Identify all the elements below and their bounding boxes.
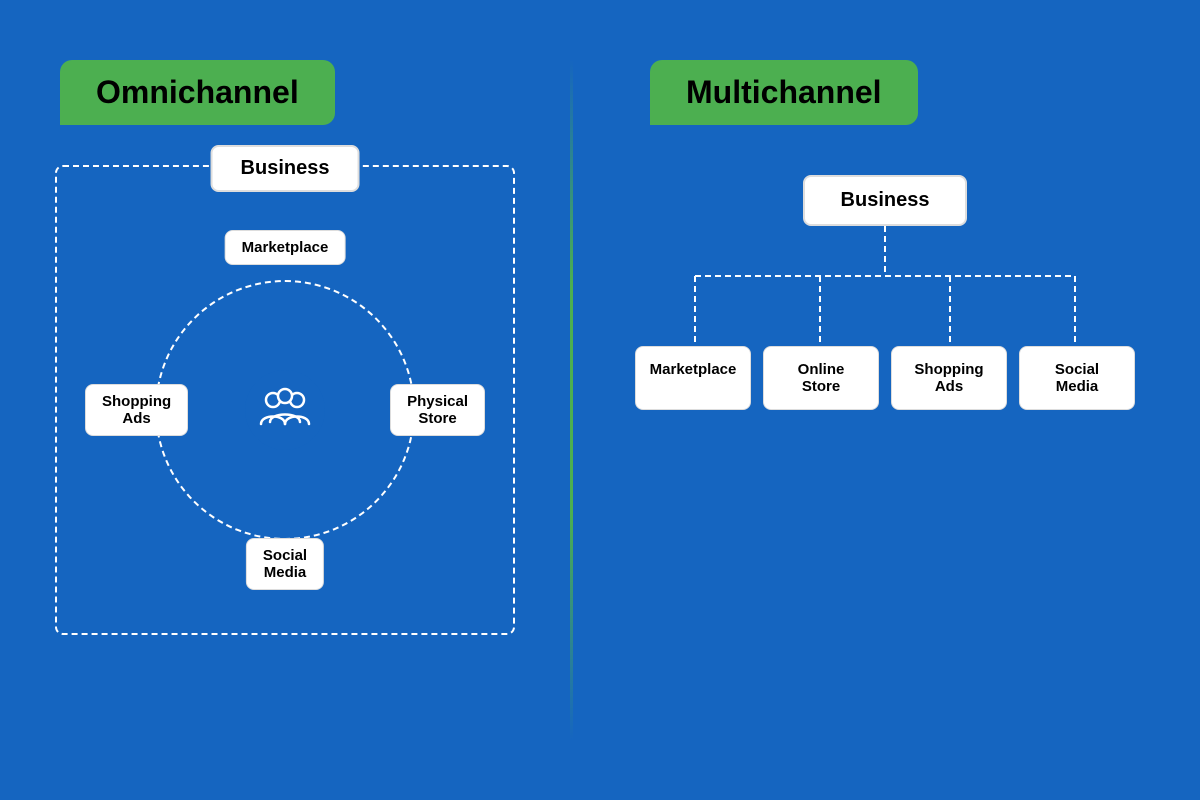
- omnichannel-physical-store-box: PhysicalStore: [390, 384, 485, 436]
- omnichannel-circle-area: Marketplace ShoppingAds PhysicalStore So…: [115, 240, 455, 580]
- multichannel-channels: Marketplace OnlineStore ShoppingAds Soci…: [635, 346, 1135, 410]
- multichannel-marketplace-box: Marketplace: [635, 346, 751, 410]
- center-people-icon: [245, 370, 325, 450]
- omnichannel-dashed-box: Business: [55, 165, 515, 635]
- multichannel-business-box: Business: [803, 175, 968, 226]
- multichannel-business-row: Business: [635, 175, 1135, 226]
- multichannel-shopping-ads-box: ShoppingAds: [891, 346, 1007, 410]
- omnichannel-panel: Omnichannel Business: [0, 0, 570, 800]
- omnichannel-marketplace-box: Marketplace: [225, 230, 346, 265]
- omnichannel-business-box: Business: [211, 145, 360, 192]
- multichannel-container: Business Marketplace: [635, 175, 1135, 410]
- omnichannel-title: Omnichannel: [60, 60, 335, 125]
- tree-lines-svg: [635, 226, 1135, 346]
- multichannel-title: Multichannel: [650, 60, 918, 125]
- multichannel-online-store-box: OnlineStore: [763, 346, 879, 410]
- omnichannel-shopping-ads-box: ShoppingAds: [85, 384, 188, 436]
- main-container: Omnichannel Business: [0, 0, 1200, 800]
- multichannel-social-media-box: SocialMedia: [1019, 346, 1135, 410]
- multichannel-panel: Multichannel Business: [570, 0, 1200, 800]
- omnichannel-social-media-box: SocialMedia: [246, 538, 324, 590]
